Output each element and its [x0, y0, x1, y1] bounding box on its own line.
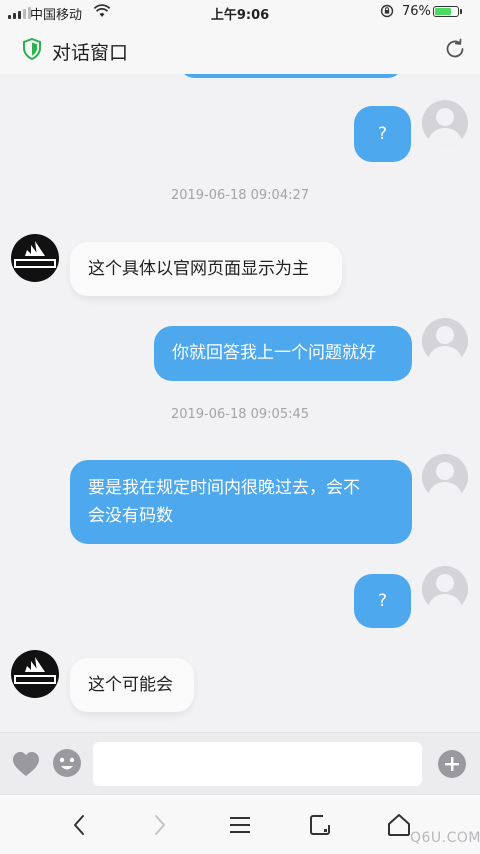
browser-toolbar	[0, 794, 480, 854]
outgoing-message[interactable]: 要是我在规定时间内很晚过去，会不 会没有码数	[70, 460, 412, 544]
user-avatar[interactable]	[422, 318, 468, 364]
brand-avatar[interactable]	[11, 650, 59, 698]
brand-logo-icon	[14, 241, 56, 268]
shield-icon	[23, 38, 41, 60]
incoming-message[interactable]: 这个具体以官网页面显示为主	[70, 242, 342, 296]
incoming-message[interactable]: 这个可能会	[70, 658, 194, 712]
watermark: Q6U.COM	[410, 830, 480, 846]
heart-icon[interactable]	[12, 751, 40, 777]
message-text: ?	[377, 124, 388, 144]
menu-icon[interactable]	[227, 812, 253, 838]
message-text-line: 会没有码数	[88, 506, 173, 526]
outgoing-message[interactable]: ?	[354, 106, 411, 162]
back-icon[interactable]	[67, 812, 93, 838]
battery-icon	[433, 6, 459, 17]
message-text: 这个可能会	[88, 675, 173, 695]
message-text: 你就回答我上一个问题就好	[172, 343, 376, 363]
forward-icon[interactable]	[146, 812, 172, 838]
tabs-icon[interactable]	[307, 812, 333, 838]
user-avatar[interactable]	[422, 454, 468, 500]
user-avatar[interactable]	[422, 100, 468, 146]
brand-avatar[interactable]	[11, 234, 59, 282]
outgoing-message[interactable]: ?	[354, 574, 411, 628]
page-title: 对话窗口	[52, 42, 129, 64]
outgoing-message[interactable]: 你就回答我上一个问题就好	[154, 326, 412, 381]
message-text: ?	[377, 591, 388, 611]
orientation-lock-icon	[380, 4, 394, 18]
refresh-icon[interactable]	[443, 37, 467, 61]
message-input-bar	[0, 732, 480, 795]
emoji-icon[interactable]	[52, 748, 82, 778]
message-text-line: 要是我在规定时间内很晚过去，会不	[88, 478, 360, 498]
home-icon[interactable]	[386, 812, 412, 838]
app-header: 对话窗口	[0, 24, 480, 74]
message-text: 这个具体以官网页面显示为主	[88, 259, 309, 279]
message-timestamp: 2019-06-18 09:04:27	[170, 188, 310, 203]
message-timestamp: 2019-06-18 09:05:45	[170, 407, 310, 422]
plus-icon[interactable]	[437, 749, 467, 779]
brand-logo-icon	[14, 657, 56, 684]
battery-tip	[460, 9, 462, 14]
status-bar: 中国移动 上午9:06 76%	[0, 0, 480, 24]
chat-area[interactable]: ? 2019-06-18 09:04:27 这个具体以官网页面显示为主 你就回答…	[0, 74, 480, 732]
user-avatar[interactable]	[422, 566, 468, 612]
message-input[interactable]	[93, 742, 422, 786]
battery-percent: 76%	[402, 4, 431, 19]
previous-message-bubble	[180, 74, 402, 78]
